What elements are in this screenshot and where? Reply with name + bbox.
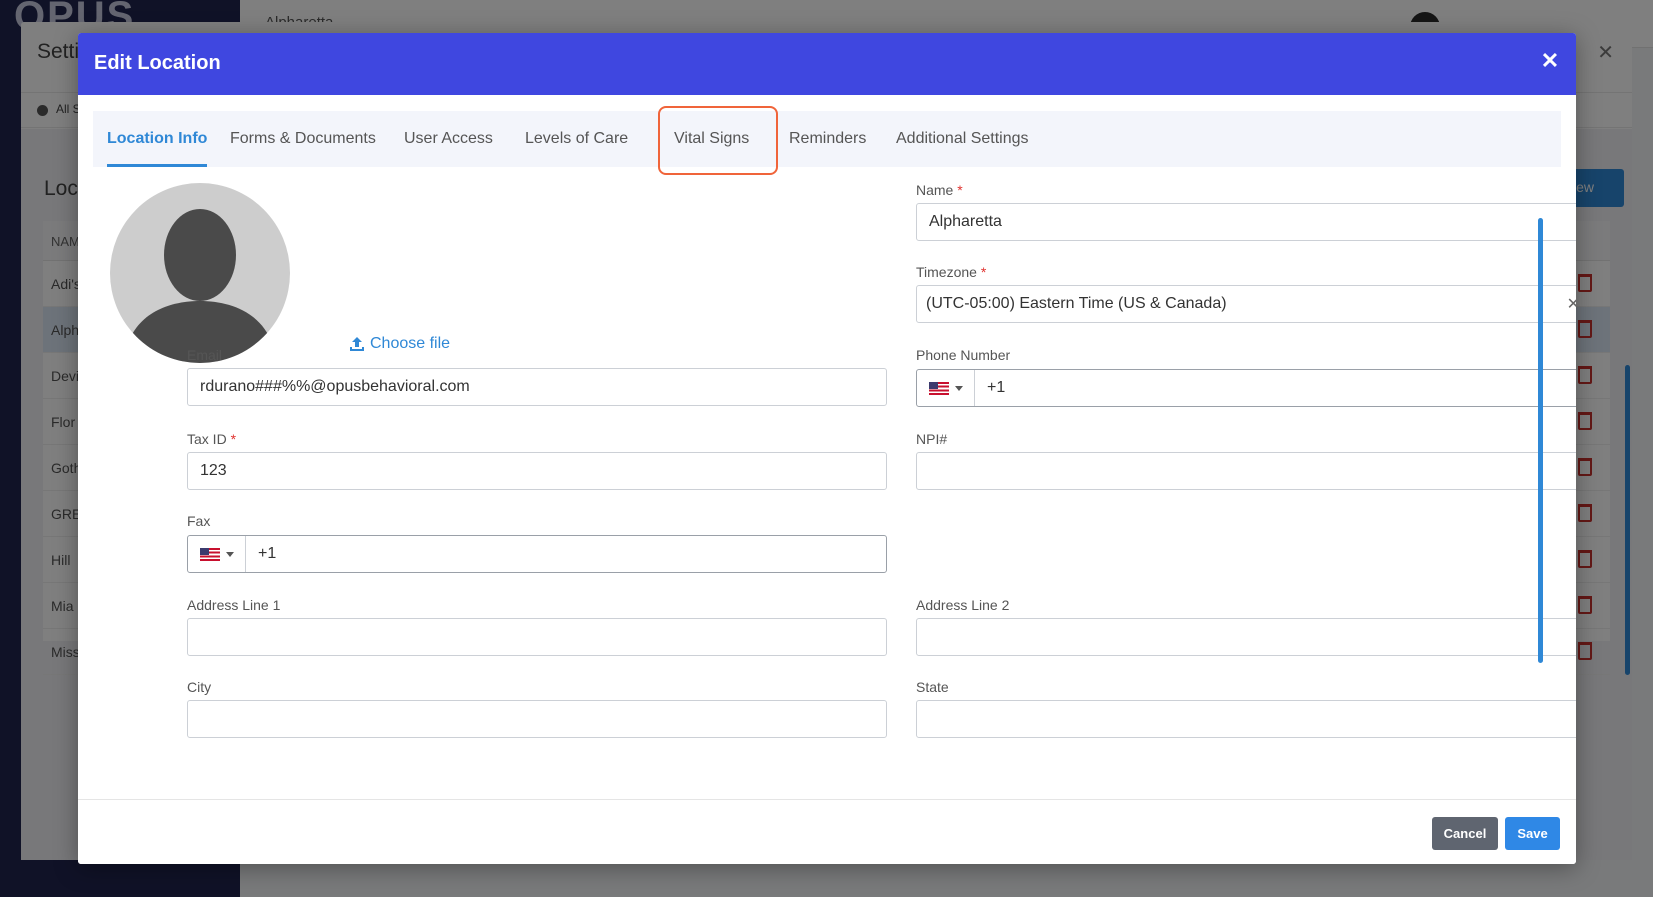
name-input[interactable]: Alpharetta — [916, 203, 1576, 241]
phone-label: Phone Number — [916, 347, 1011, 363]
fax-label: Fax — [187, 513, 211, 529]
tab-vital-signs[interactable]: Vital Signs — [674, 111, 749, 167]
edit-location-modal: Edit Location ✕ Location Info Forms & Do… — [78, 33, 1576, 864]
upload-icon — [350, 337, 364, 351]
timezone-label: Timezone * — [916, 264, 987, 280]
modal-header: Edit Location ✕ — [78, 33, 1576, 95]
tab-reminders[interactable]: Reminders — [789, 111, 866, 167]
email-input[interactable]: rdurano###%%@opusbehavioral.com — [187, 368, 887, 406]
city-label: City — [187, 679, 212, 695]
form-scrollbar[interactable] — [1538, 218, 1543, 663]
location-info-form: Choose file Name * Alpharetta Timezone *… — [78, 173, 1576, 799]
fax-input[interactable]: +1 — [187, 535, 887, 573]
address-line-2-label: Address Line 2 — [916, 597, 1010, 613]
save-button[interactable]: Save — [1505, 817, 1560, 850]
close-icon[interactable]: ✕ — [1536, 47, 1564, 75]
caret-down-icon — [954, 385, 963, 391]
address-line-1-label: Address Line 1 — [187, 597, 281, 613]
state-select[interactable] — [916, 700, 1576, 738]
us-flag-icon — [928, 381, 949, 395]
location-avatar — [110, 183, 290, 363]
tab-location-info[interactable]: Location Info — [107, 111, 208, 167]
npi-input[interactable] — [916, 452, 1576, 490]
phone-input[interactable]: +1 — [916, 369, 1576, 407]
caret-down-icon — [225, 551, 234, 557]
email-label: Email — [187, 347, 223, 363]
cancel-button[interactable]: Cancel — [1432, 817, 1498, 850]
name-label: Name * — [916, 182, 963, 198]
fax-value: +1 — [258, 545, 277, 562]
us-flag-icon — [199, 547, 220, 561]
country-code-dropdown[interactable] — [917, 370, 975, 406]
address-line-2-input[interactable] — [916, 618, 1576, 656]
tax-id-input[interactable]: 123 — [187, 452, 887, 490]
state-label: State — [916, 679, 949, 695]
person-silhouette-icon — [128, 209, 272, 363]
fax-country-code-dropdown[interactable] — [188, 536, 246, 572]
address-line-1-input[interactable] — [187, 618, 887, 656]
tab-forms-documents[interactable]: Forms & Documents — [230, 111, 376, 167]
tax-id-label: Tax ID * — [187, 431, 237, 447]
tab-user-access[interactable]: User Access — [404, 111, 493, 167]
timezone-value: (UTC-05:00) Eastern Time (US & Canada) — [926, 295, 1227, 312]
clear-icon[interactable]: ✕ — [1567, 294, 1576, 314]
city-input[interactable] — [187, 700, 887, 738]
choose-file-link[interactable]: Choose file — [349, 335, 450, 353]
tab-levels-of-care[interactable]: Levels of Care — [525, 111, 628, 167]
phone-value: +1 — [987, 379, 1006, 396]
npi-label: NPI# — [916, 431, 948, 447]
modal-footer: Cancel Save — [78, 799, 1576, 864]
timezone-select[interactable]: (UTC-05:00) Eastern Time (US & Canada) ✕ — [916, 285, 1576, 323]
tab-additional-settings[interactable]: Additional Settings — [896, 111, 1029, 167]
tab-bar: Location Info Forms & Documents User Acc… — [93, 111, 1561, 167]
choose-file-label: Choose file — [370, 335, 451, 352]
modal-title: Edit Location — [94, 52, 221, 74]
